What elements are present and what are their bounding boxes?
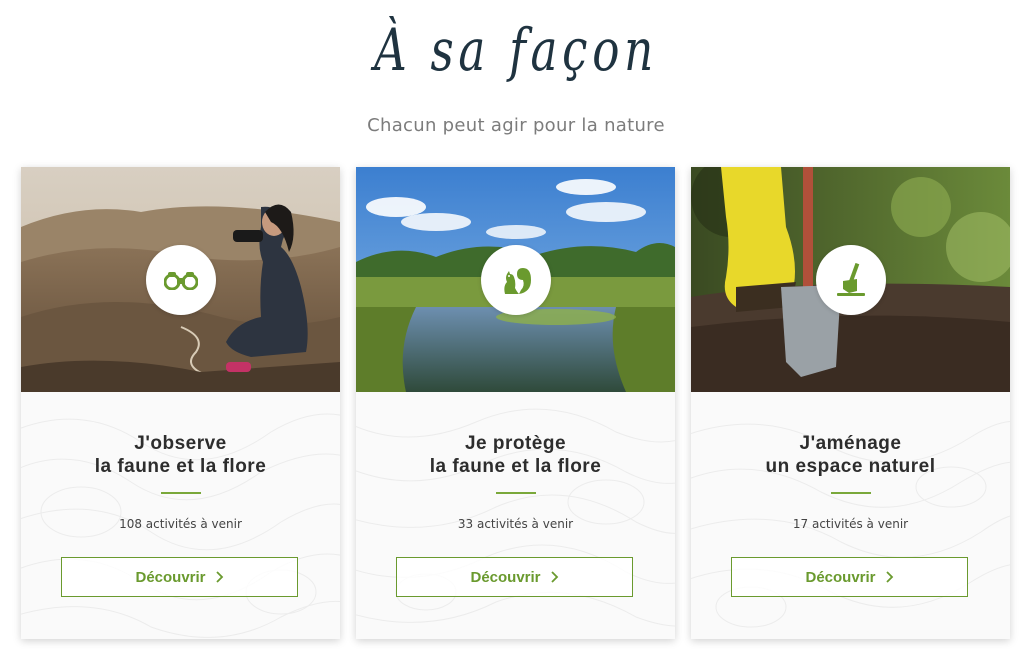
chevron-right-icon	[215, 571, 223, 583]
card-title-line2: la faune et la flore	[94, 456, 267, 477]
discover-button[interactable]: Découvrir	[61, 557, 298, 597]
card-observe[interactable]: J'observe la faune et la flore 108 activ…	[21, 167, 340, 639]
discover-button-label: Découvrir	[805, 568, 876, 586]
card-body: Je protège la faune et la flore 33 activ…	[356, 392, 675, 639]
card-title: J'observe la faune et la flore	[21, 432, 340, 478]
card-title-line2: un espace naturel	[765, 456, 936, 477]
discover-button[interactable]: Découvrir	[731, 557, 968, 597]
activity-count: 33 activités à venir	[457, 517, 574, 531]
chevron-right-icon	[885, 571, 893, 583]
card-protect[interactable]: Je protège la faune et la flore 33 activ…	[356, 167, 675, 639]
discover-button[interactable]: Découvrir	[396, 557, 633, 597]
discover-button-label: Découvrir	[135, 568, 206, 586]
chevron-right-icon	[550, 571, 558, 583]
squirrel-icon	[504, 268, 531, 294]
title-divider	[161, 492, 201, 494]
card-title-line1: Je protège	[464, 433, 567, 454]
card-develop[interactable]: J'aménage un espace naturel 17 activités…	[691, 167, 1010, 639]
activity-count: 108 activités à venir	[119, 517, 242, 531]
activity-count: 17 activités à venir	[792, 517, 909, 531]
topographic-pattern	[21, 413, 340, 638]
card-title: Je protège la faune et la flore	[356, 432, 675, 478]
card-title-line2: la faune et la flore	[429, 456, 602, 477]
card-icon-badge	[481, 245, 551, 315]
discover-button-label: Découvrir	[470, 568, 541, 586]
topographic-pattern	[356, 408, 675, 627]
card-icon-badge	[816, 245, 886, 315]
title-divider	[831, 492, 871, 494]
topographic-pattern	[691, 421, 1010, 628]
card-body: J'observe la faune et la flore 108 activ…	[21, 392, 340, 639]
card-title: J'aménage un espace naturel	[691, 432, 1010, 478]
page-title: À sa façon	[374, 16, 658, 84]
card-list: J'observe la faune et la flore 108 activ…	[21, 167, 1011, 639]
title-divider	[496, 492, 536, 494]
card-icon-badge	[146, 245, 216, 315]
card-title-line1: J'observe	[134, 433, 227, 454]
card-body: J'aménage un espace naturel 17 activités…	[691, 392, 1010, 639]
binoculars-icon	[164, 272, 198, 290]
shovel-icon	[837, 263, 865, 296]
card-title-line1: J'aménage	[799, 433, 902, 454]
page: À sa façon Chacun peut agir pour la natu…	[0, 0, 1032, 649]
page-subtitle: Chacun peut agir pour la nature	[367, 115, 665, 136]
